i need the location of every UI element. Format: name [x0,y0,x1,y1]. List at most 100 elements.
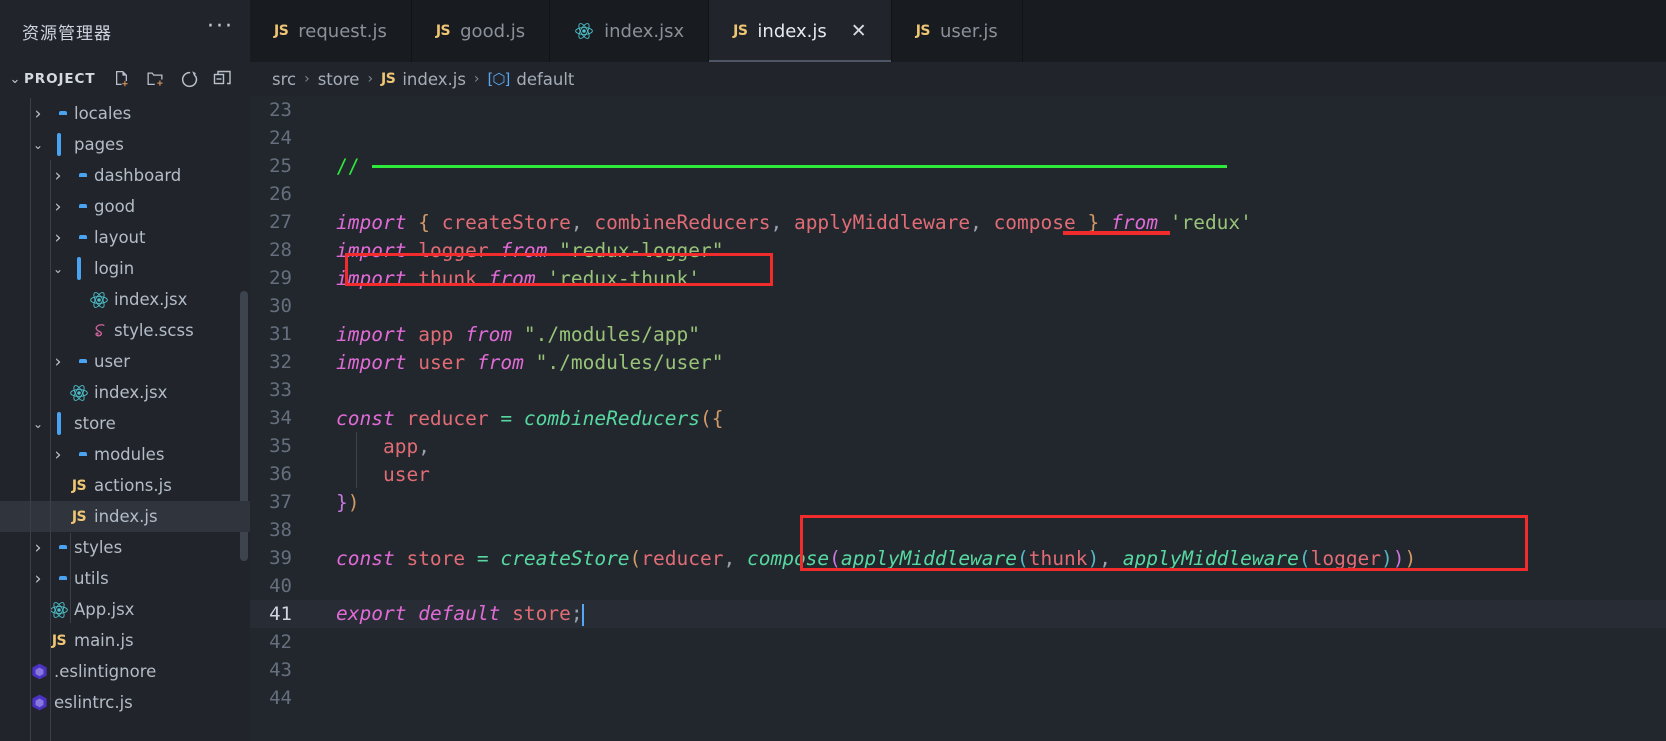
chevron-right-icon[interactable]: › [50,197,66,217]
line-number: 32 [269,351,292,373]
code-line[interactable]: 42 [250,628,1666,656]
breadcrumb-item-store[interactable]: store [318,70,360,89]
line-number: 39 [269,547,292,569]
code-editor[interactable]: 23 24 25 // 26 27 import { createStore, combin… [250,96,1666,741]
code-line[interactable]: 26 [250,180,1666,208]
code-line[interactable]: 25 // [250,152,1666,180]
code-line[interactable]: 44 [250,684,1666,712]
project-header[interactable]: ⌄ PROJECT [0,62,250,96]
code-line[interactable]: 39 const store = createStore(reducer, com… [250,544,1666,572]
code-text: import thunk from 'redux-thunk' [306,267,700,290]
chevron-right-icon[interactable]: › [30,538,46,558]
chevron-right-icon[interactable]: › [30,569,46,589]
tree-item-icon [86,290,112,310]
js-file-icon: JS [435,23,451,39]
tree-item[interactable]: App.jsx [0,594,250,625]
code-token: combineReducers [523,406,700,430]
tree-item[interactable]: › utils [0,563,250,594]
code-line[interactable]: 38 [250,516,1666,544]
main-row: › locales ⌄ pages › dashboard › good › layout ⌄ log… [0,96,1666,741]
new-folder-icon[interactable] [146,70,166,89]
tree-item[interactable]: index.jsx [0,377,250,408]
code-line[interactable]: 27 import { createStore, combineReducers,… [250,208,1666,236]
tree-item-icon [66,383,92,403]
refresh-icon[interactable] [180,70,199,89]
tree-item[interactable]: ⌄ pages [0,129,250,160]
chevron-down-icon[interactable]: ⌄ [30,138,46,152]
code-indent-guide [356,432,357,488]
code-line[interactable]: 37}) [250,488,1666,516]
tab-index-jsx[interactable]: index.jsx [550,0,710,62]
chevron-right-icon[interactable]: › [50,228,66,248]
tab-user-js[interactable]: JS user.js [891,0,1023,62]
new-file-icon[interactable] [113,70,132,89]
code-line[interactable]: 32 import user from "./modules/user" [250,348,1666,376]
second-row: ⌄ PROJECT src › store › JS index.js › [⬡] defaul… [0,62,1666,96]
code-text: import logger from "redux-logger" [306,239,724,262]
chevron-down-icon[interactable]: ⌄ [30,417,46,431]
tree-item[interactable]: › locales [0,98,250,129]
tree-item[interactable]: › good [0,191,250,222]
tree-item-label: App.jsx [74,600,135,619]
chevron-right-icon[interactable]: › [30,104,46,124]
code-token: = [476,546,489,570]
code-text: user [306,463,430,486]
tree-item[interactable]: › dashboard [0,160,250,191]
code-line[interactable]: 34 const reducer = combineReducers({ [250,404,1666,432]
tree-item[interactable]: ⌄ store [0,408,250,439]
folder-open-icon [77,257,81,280]
line-number: 43 [269,659,292,681]
breadcrumb-item-index-js[interactable]: index.js [402,70,466,89]
tree-item[interactable]: .eslintignore [0,656,250,687]
more-actions-icon[interactable]: ··· [207,15,234,41]
chevron-down-icon[interactable]: ⌄ [6,72,24,87]
tree-item-selected[interactable]: JS index.js [0,501,250,532]
code-line[interactable]: 31 import app from "./modules/app" [250,320,1666,348]
tree-item[interactable]: JS main.js [0,625,250,656]
tree-item-label: dashboard [94,166,182,185]
code-line[interactable]: 35 app, [250,432,1666,460]
code-line[interactable]: 41 export default store; [250,600,1666,628]
code-line[interactable]: 36 user [250,460,1666,488]
chevron-right-icon[interactable]: › [50,352,66,372]
tree-item[interactable]: index.jsx [0,284,250,315]
code-line[interactable]: 29 import thunk from 'redux-thunk' [250,264,1666,292]
code-line[interactable]: 23 [250,96,1666,124]
tree-item[interactable]: eslintrc.js [0,687,250,718]
code-line[interactable]: 40 [250,572,1666,600]
breadcrumb-item-default[interactable]: default [516,70,574,89]
code-line[interactable]: 33 [250,376,1666,404]
line-number: 41 [269,603,292,625]
chevron-right-icon[interactable]: › [50,445,66,465]
tree-item[interactable]: ⌄ login [0,253,250,284]
tree-item[interactable]: › modules [0,439,250,470]
chevron-down-icon[interactable]: ⌄ [50,262,66,276]
tab-request-js[interactable]: JS request.js [250,0,412,62]
tab-index-js[interactable]: JS index.js ✕ [709,0,892,62]
tree-item[interactable]: › styles [0,532,250,563]
code-line[interactable]: 28 import logger from "redux-logger" [250,236,1666,264]
js-file-icon: JS [71,477,87,494]
code-line[interactable]: 30 [250,292,1666,320]
collapse-all-icon[interactable] [213,70,232,89]
tree-item[interactable]: style.scss [0,315,250,346]
tab-good-js[interactable]: JS good.js [411,0,551,62]
code-text: import user from "./modules/user" [306,351,723,374]
chevron-right-icon[interactable]: › [50,166,66,186]
line-number: 31 [269,323,292,345]
code-text: }) [306,491,360,514]
tree-item[interactable]: JS actions.js [0,470,250,501]
code-text: import app from "./modules/app" [306,323,700,346]
code-line[interactable]: 24 [250,124,1666,152]
tree-item[interactable]: › user [0,346,250,377]
breadcrumb-item-src[interactable]: src [272,70,296,89]
react-file-icon [89,290,109,310]
close-icon[interactable]: ✕ [851,21,867,41]
code-line[interactable]: 43 [250,656,1666,684]
tree-item[interactable]: › layout [0,222,250,253]
code-token: from [465,322,513,346]
